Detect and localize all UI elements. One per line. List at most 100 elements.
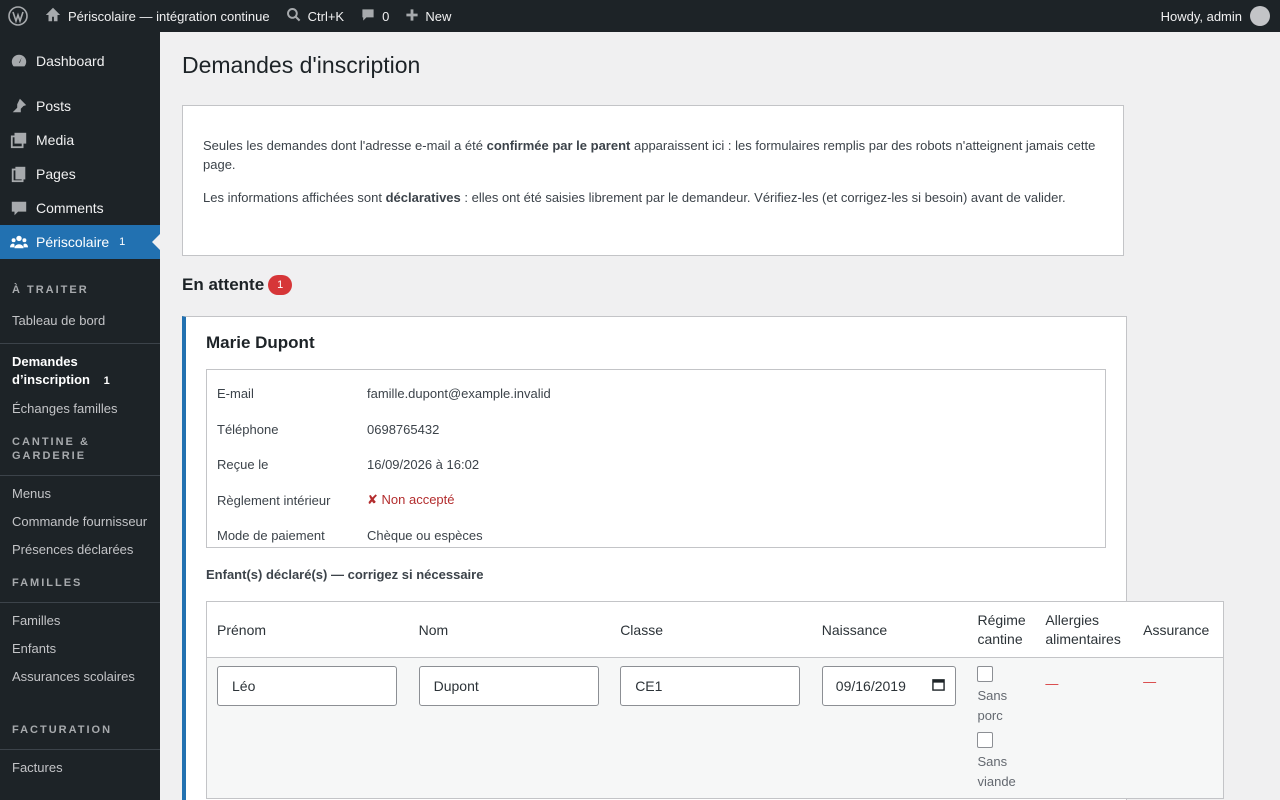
submenu-item-presences[interactable]: Présences déclarées (0, 536, 160, 564)
menu-pages[interactable]: Pages (0, 157, 160, 191)
column-header: Régime cantine (977, 611, 1026, 647)
menu-posts[interactable]: Posts (0, 89, 160, 123)
notice-text: Seules les demandes dont l'adresse e-mai… (203, 138, 487, 153)
detail-row-phone: Téléphone 0698765432 (207, 412, 1105, 448)
comments-link[interactable]: 0 (352, 0, 397, 32)
submenu-label: Échanges familles (12, 401, 118, 416)
submenu-label: Commande fournisseur (12, 514, 148, 529)
detail-row-rules: Règlement intérieur ✘ Non accepté (207, 483, 1105, 519)
detail-value: famille.dupont@example.invalid (367, 386, 551, 402)
checkbox-label: Sans porc (977, 688, 1008, 723)
requester-name: Marie Dupont (206, 333, 315, 352)
nom-input[interactable]: Dupont (418, 666, 599, 706)
checkbox-label: Sans viande (977, 754, 1016, 789)
submenu-heading: CANTINE & GARDERIE (12, 436, 90, 462)
detail-value: 0698765432 (367, 421, 440, 437)
submenu-item-factures[interactable]: Factures (0, 750, 160, 782)
submenu-heading: FACTURATION (12, 724, 113, 736)
submenu-label: Présences déclarées (12, 542, 134, 557)
submenu-item-assurances[interactable]: Assurances scolaires (0, 663, 160, 691)
regime-options: Sans porc Sans viande (967, 666, 1035, 798)
groups-icon (10, 233, 28, 251)
home-icon (44, 6, 62, 27)
detail-key: Règlement intérieur (217, 492, 331, 508)
submenu-item-tableau-de-bord[interactable]: Tableau de bord (0, 307, 160, 335)
submenu-label: Tableau de bord (12, 313, 106, 328)
pending-count-badge: 1 (268, 275, 293, 295)
info-notice: Seules les demandes dont l'adresse e-mai… (182, 105, 1124, 256)
plus-icon (405, 8, 419, 25)
submenu-label: Enfants (12, 641, 57, 656)
admin-sidebar: Dashboard Posts Media Pages Comments Pér… (0, 32, 160, 800)
column-header: Nom (418, 621, 449, 638)
table-header: Prénom Nom Classe Naissance Régime canti… (207, 602, 1223, 658)
submenu-heading: FAMILLES (12, 577, 83, 589)
menu-periscolaire[interactable]: Périscolaire 1 (0, 225, 160, 259)
sans-viande-checkbox[interactable] (977, 732, 994, 748)
allergies-value: — (1045, 676, 1059, 691)
submenu-item-familles[interactable]: Familles (0, 603, 160, 635)
notice-text: Les informations affichées sont (203, 190, 386, 205)
new-content-button[interactable]: New (397, 0, 459, 32)
submenu-item-echanges[interactable]: Échanges familles (0, 395, 160, 423)
site-name-link[interactable]: Périscolaire — intégration continue (36, 0, 278, 32)
count-badge: 1 (119, 236, 126, 248)
submenu-item-enfants[interactable]: Enfants (0, 635, 160, 663)
column-header: Allergies alimentaires (1045, 611, 1121, 647)
prenom-input[interactable]: Léo (217, 666, 397, 706)
rules-status: ✘ Non accepté (367, 492, 455, 508)
menu-label: Comments (36, 200, 104, 216)
submenu-item-demandes[interactable]: Demandes d’inscription 1 (0, 344, 160, 395)
menu-dashboard[interactable]: Dashboard (0, 44, 160, 78)
pages-icon (10, 165, 28, 183)
notice-emphasis: confirmée par le parent (486, 138, 631, 153)
classe-input[interactable]: CE1 (620, 666, 801, 706)
notice-text: : elles ont été saisies librement par le… (460, 190, 1066, 205)
account-menu[interactable]: Howdy, admin (1153, 0, 1280, 32)
detail-row-received: Reçue le 16/09/2026 à 16:02 (207, 447, 1105, 483)
column-header: Prénom (217, 621, 267, 638)
menu-comments[interactable]: Comments (0, 191, 160, 225)
calendar-icon[interactable] (932, 678, 945, 694)
comments-count: 0 (382, 8, 390, 24)
detail-row-payment: Mode de paiement Chèque ou espèces (207, 518, 1105, 554)
request-details: E-mail famille.dupont@example.invalid Té… (206, 369, 1106, 548)
detail-key: Téléphone (217, 421, 279, 437)
menu-label: Posts (36, 98, 72, 114)
menu-media[interactable]: Media (0, 123, 160, 157)
notice-emphasis: déclaratives (385, 190, 461, 205)
section-title: En attente (182, 275, 265, 294)
submenu: À TRAITER Tableau de bord Demandes d’ins… (0, 259, 160, 782)
detail-key: Mode de paiement (217, 528, 325, 544)
notice-paragraph: Seules les demandes dont l'adresse e-mai… (203, 136, 1103, 174)
count-badge: 1 (103, 375, 110, 387)
submenu-item-commande[interactable]: Commande fournisseur (0, 508, 160, 536)
search-icon (286, 7, 302, 26)
media-icon (10, 131, 28, 149)
pending-heading: En attente 1 (182, 275, 293, 295)
children-table: Prénom Nom Classe Naissance Régime canti… (206, 601, 1224, 799)
submenu-item-menus[interactable]: Menus (0, 476, 160, 508)
admin-bar: Périscolaire — intégration continue Ctrl… (0, 0, 1280, 32)
sans-porc-checkbox[interactable] (977, 666, 994, 682)
menu-label: Périscolaire (36, 234, 110, 250)
submenu-label: Familles (12, 613, 61, 628)
command-palette-button[interactable]: Ctrl+K (278, 0, 352, 32)
date-value: 09/16/2019 (835, 678, 906, 694)
howdy-label: Howdy, admin (1160, 8, 1242, 24)
request-card: Marie Dupont E-mail famille.dupont@examp… (182, 316, 1224, 800)
comment-icon (360, 7, 376, 26)
detail-value: 16/09/2026 à 16:02 (367, 457, 480, 473)
naissance-date-input[interactable]: 09/16/2019 (821, 666, 956, 706)
column-header: Naissance (821, 621, 888, 638)
submenu-label: Factures (12, 760, 63, 775)
detail-value: Chèque ou espèces (367, 528, 483, 544)
submenu-label: Assurances scolaires (12, 669, 135, 684)
site-name: Périscolaire — intégration continue (68, 8, 270, 24)
wordpress-logo-icon[interactable] (0, 0, 36, 32)
main-content: Demandes d'inscription Seules les demand… (182, 32, 1280, 800)
page-title: Demandes d'inscription (182, 52, 421, 78)
submenu-heading: À TRAITER (12, 284, 89, 296)
avatar (1250, 6, 1270, 26)
pin-icon (10, 97, 28, 115)
